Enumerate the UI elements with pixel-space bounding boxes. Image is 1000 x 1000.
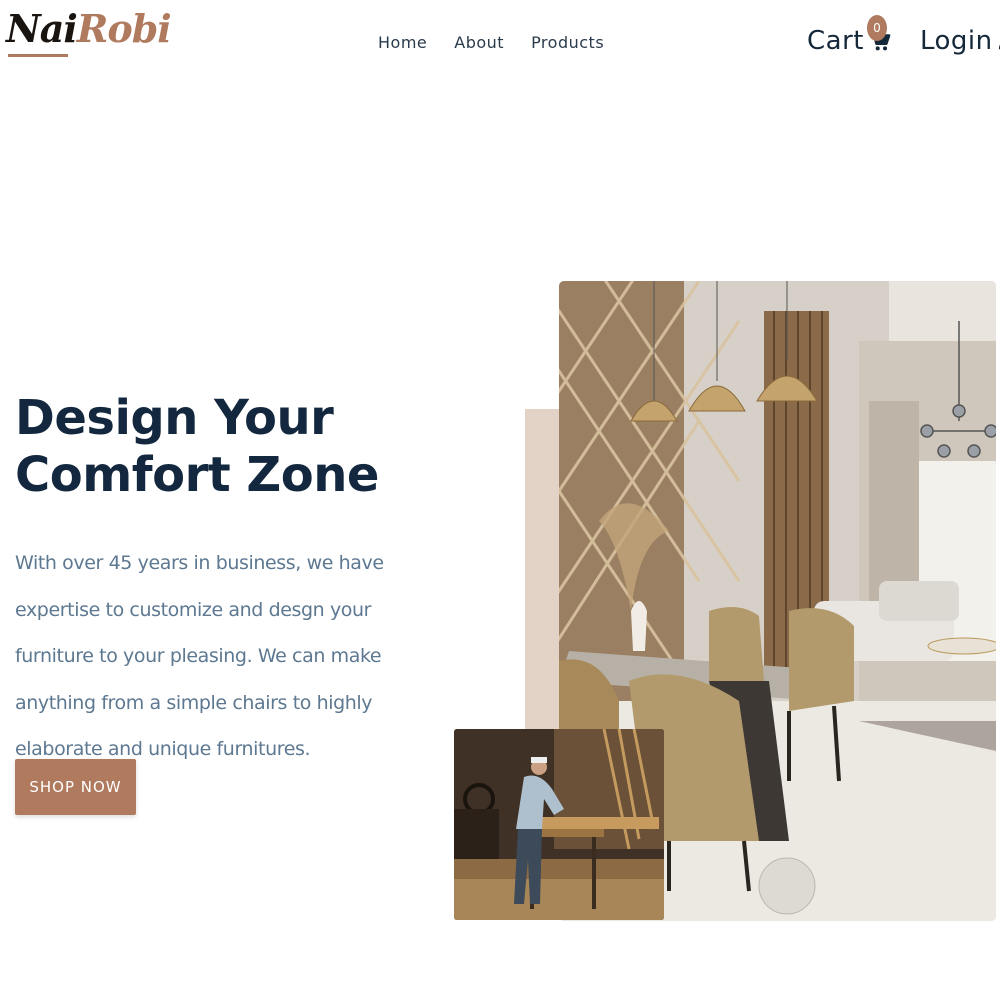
cart-label: Cart [807, 26, 864, 56]
cart-count-badge: 0 [867, 15, 887, 41]
nav-link-home[interactable]: Home [378, 33, 427, 52]
nav-link-about[interactable]: About [454, 33, 504, 52]
shop-now-button[interactable]: SHOP NOW [15, 759, 136, 815]
nav-link-products[interactable]: Products [531, 33, 604, 52]
hero-title-line-2: Comfort Zone [15, 447, 379, 503]
logo-part-2: Robi [76, 6, 172, 51]
main-nav: Home About Products [378, 33, 604, 52]
hero-title-line-1: Design Your [15, 390, 334, 446]
hero-title: Design Your Comfort Zone [15, 390, 435, 504]
brand-logo[interactable]: NaiRobi [6, 10, 172, 48]
login-button[interactable]: Login [920, 26, 1000, 56]
nav-actions: Cart 0 Login [807, 15, 1000, 56]
carpenter-workshop-photo [454, 729, 664, 920]
hero-description: With over 45 years in business, we have … [15, 552, 384, 760]
login-label: Login [919, 26, 993, 56]
logo-underline [8, 54, 68, 57]
cart-button[interactable]: Cart 0 [807, 15, 891, 56]
logo-part-1: Nai [6, 6, 78, 51]
navbar: NaiRobi Home About Products Cart 0 Login [0, 0, 1000, 86]
